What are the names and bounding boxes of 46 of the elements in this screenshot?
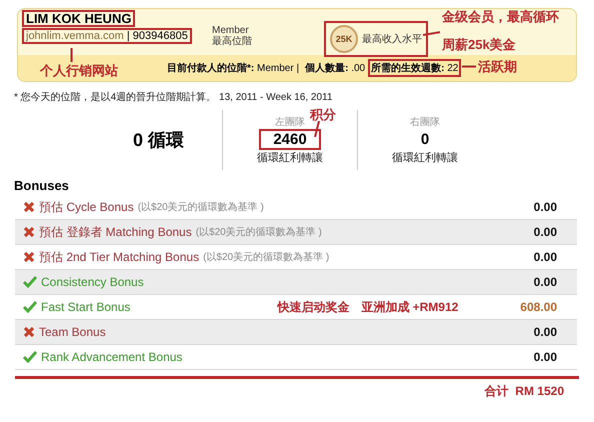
- bonus-amount: 0.00: [534, 275, 557, 289]
- member-id: | 903946805: [126, 30, 188, 42]
- bonus-name: Team Bonus: [39, 325, 106, 339]
- rank-value: Member: [212, 25, 249, 36]
- team-value: 2460: [259, 129, 321, 150]
- annotation-text: 快速启动奖金 亚洲加成 +RM912: [277, 298, 458, 316]
- team-caption: 循環紅利轉讓: [392, 150, 458, 165]
- member-name: LIM KOK HEUNG: [22, 10, 136, 27]
- team-caption: 循環紅利轉讓: [257, 150, 323, 165]
- income-level-label: 最高收入水平: [362, 34, 422, 44]
- bonus-name: 預估 登錄者 Matching Bonus: [39, 224, 192, 240]
- bonus-amount: 0.00: [534, 250, 557, 264]
- team-title: 左團隊: [275, 116, 305, 129]
- annotation-text: 活跃期: [478, 58, 517, 76]
- site-link[interactable]: johnlim.vemma.com: [26, 30, 124, 42]
- bonus-amount: 0.00: [534, 200, 557, 214]
- rank-label: 最高位階: [212, 36, 252, 47]
- bonus-amount: 608.00: [520, 300, 557, 314]
- bonus-name: 預估 2nd Tier Matching Bonus: [39, 248, 200, 266]
- annotation-text: 个人行销网站: [40, 62, 118, 80]
- annotation-text: 金级会员，最高循环: [442, 8, 559, 26]
- status-item: 個人數量: .00: [304, 62, 366, 76]
- team-title: 右團隊: [410, 116, 440, 129]
- cycle-count: 0 循環: [132, 129, 184, 152]
- annotation-text: 周薪25k美金: [442, 36, 516, 54]
- annotation-text: 积分: [310, 106, 336, 124]
- bonus-basis: (以$20美元的循環數為基準 ): [196, 226, 322, 239]
- team-value: 0: [420, 130, 430, 150]
- bonus-amount: 0.00: [534, 225, 557, 239]
- bonus-amount: 0.00: [534, 325, 557, 339]
- status-item: 所需的生效週數: 22: [368, 59, 462, 77]
- section-title: Bonuses: [14, 178, 70, 193]
- status-item: 目前付款人的位階*: Member |: [166, 62, 300, 76]
- bonus-name: Rank Advancement Bonus: [41, 350, 182, 364]
- bonus-amount: 0.00: [534, 350, 557, 364]
- bonus-name: Consistency Bonus: [41, 275, 144, 289]
- total-annotation: 合计 RM 1520: [484, 383, 564, 400]
- bonus-basis: (以$20美元的循環數為基準 ): [138, 200, 264, 214]
- rank-note: * 您今天的位階，是以4週的晉升位階期計算。 13, 2011 - Week 16, 2011: [14, 90, 334, 104]
- leader-line: [70, 48, 73, 62]
- bonus-name: Fast Start Bonus: [41, 300, 130, 314]
- bonus-name: 預估 Cycle Bonus: [39, 198, 134, 216]
- leader-line: [462, 65, 476, 68]
- level-badge: 25K: [330, 25, 358, 53]
- leader-line: [314, 121, 320, 137]
- bonus-basis: (以$20美元的循環數為基準 ): [203, 250, 330, 264]
